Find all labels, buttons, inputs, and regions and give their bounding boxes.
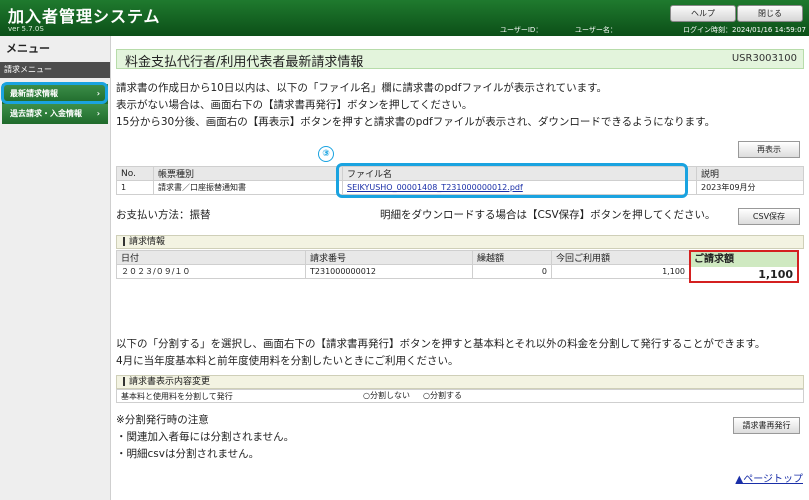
user-name-label: ユーザー名：	[575, 26, 617, 34]
app-title: 加入者管理システム	[8, 7, 161, 26]
page-top-link[interactable]: ▲ページトップ	[736, 470, 804, 485]
login-time-label: ログイン時刻：2024/01/16 14:59:07	[683, 26, 807, 34]
help-button[interactable]: ヘルプ	[670, 5, 736, 22]
intro-line-3: 15分から30分後、画面右の【再表示】ボタンを押すと請求書のpdfファイルが表示…	[116, 116, 716, 128]
cell-desc: 2023年09月分	[696, 180, 804, 195]
col-no: No.	[116, 166, 154, 181]
sidebar-item-label: 過去請求・入金情報	[10, 109, 82, 118]
amount-due-box: ご請求額 1,100	[689, 250, 799, 283]
col-number: 請求番号	[305, 250, 473, 265]
radio-no-split-label: 分割しない	[369, 391, 410, 400]
section-mark-icon	[123, 377, 125, 386]
cell-no: 1	[116, 180, 154, 195]
table-header-row: 日付 請求番号 繰越額 今回ご利用額	[116, 250, 690, 265]
cell-type: 請求書／口座振替通知書	[153, 180, 343, 195]
billing-section-title: 請求情報	[129, 237, 166, 247]
amount-due-value: 1,100	[758, 268, 793, 281]
sidebar: メニュー 請求メニュー 最新請求情報 › 過去請求・入金情報 ›	[0, 36, 111, 500]
version-label: ver 5.7.0S	[8, 25, 44, 33]
display-section-title: 請求書表示内容変更	[129, 377, 211, 387]
split-text-2: 4月に当年度基本料と前年度使用料を分割したいときにご利用ください。	[116, 355, 459, 367]
split-option-label: 基本料と使用料を分割して発行	[121, 392, 233, 401]
csv-note: 明細をダウンロードする場合は【CSV保存】ボタンを押してください。	[380, 209, 716, 221]
radio-no-split[interactable]: ○分割しない	[363, 390, 410, 401]
close-button[interactable]: 閉じる	[737, 5, 803, 22]
split-option-row: 基本料と使用料を分割して発行 ○分割しない ○分割する	[116, 389, 804, 403]
payment-method: お支払い方法：振替	[116, 209, 211, 221]
table-row: ２０２３/０９/１０ T231000000012 0 1,100	[116, 264, 690, 279]
reload-button[interactable]: 再表示	[738, 141, 800, 158]
section-mark-icon	[123, 237, 125, 246]
chevron-right-icon: ›	[96, 109, 100, 118]
radio-split-label: 分割する	[429, 391, 462, 400]
cell-date: ２０２３/０９/１０	[116, 264, 306, 279]
col-type: 帳票種別	[153, 166, 343, 181]
sidebar-item-past-billing[interactable]: 過去請求・入金情報 ›	[2, 104, 108, 124]
billing-section-header: 請求情報	[116, 235, 804, 249]
user-id-label: ユーザーID：	[500, 26, 543, 34]
note-2: ・明細csvは分割されません。	[116, 448, 260, 460]
cell-carry: 0	[472, 264, 552, 279]
col-date: 日付	[116, 250, 306, 265]
split-text-1: 以下の「分割する」を選択し、画面右下の【請求書再発行】ボタンを押すと基本料とそれ…	[116, 338, 766, 350]
col-usage: 今回ご利用額	[551, 250, 690, 265]
annotation-number: ③	[318, 146, 334, 162]
billing-table: 日付 請求番号 繰越額 今回ご利用額 ２０２３/０９/１０ T231000000…	[116, 250, 690, 279]
intro-line-2: 表示がない場合は、画面右下の【請求書再発行】ボタンを押してください。	[116, 99, 473, 111]
display-section-header: 請求書表示内容変更	[116, 375, 804, 389]
page-title-bar: 料金支払代行者/利用代表者最新請求情報 USR3003100	[116, 49, 804, 70]
cell-number: T231000000012	[305, 264, 473, 279]
screen-code: USR3003100	[731, 53, 797, 64]
reissue-button[interactable]: 請求書再発行	[733, 417, 800, 434]
main-content: 料金支払代行者/利用代表者最新請求情報 USR3003100 請求書の作成日から…	[110, 36, 809, 500]
note-1: ・関連加入者毎には分割されません。	[116, 431, 295, 443]
page-title: 料金支払代行者/利用代表者最新請求情報	[125, 55, 364, 70]
selection-highlight	[1, 82, 108, 104]
menu-title: メニュー	[6, 42, 50, 55]
csv-save-button[interactable]: CSV保存	[738, 208, 800, 225]
header-bar: 加入者管理システム ver 5.7.0S ヘルプ 閉じる ユーザーID： ユーザ…	[0, 0, 809, 36]
col-carry: 繰越額	[472, 250, 552, 265]
cell-usage: 1,100	[551, 264, 690, 279]
col-desc: 説明	[696, 166, 804, 181]
file-highlight	[336, 163, 688, 198]
menu-group-billing: 請求メニュー	[0, 62, 110, 78]
notes-title: ※分割発行時の注意	[116, 414, 209, 426]
radio-split[interactable]: ○分割する	[423, 390, 462, 401]
amount-due-label: ご請求額	[691, 252, 797, 267]
intro-line-1: 請求書の作成日から10日以内は、以下の「ファイル名」欄に請求書のpdfファイルが…	[116, 82, 608, 94]
